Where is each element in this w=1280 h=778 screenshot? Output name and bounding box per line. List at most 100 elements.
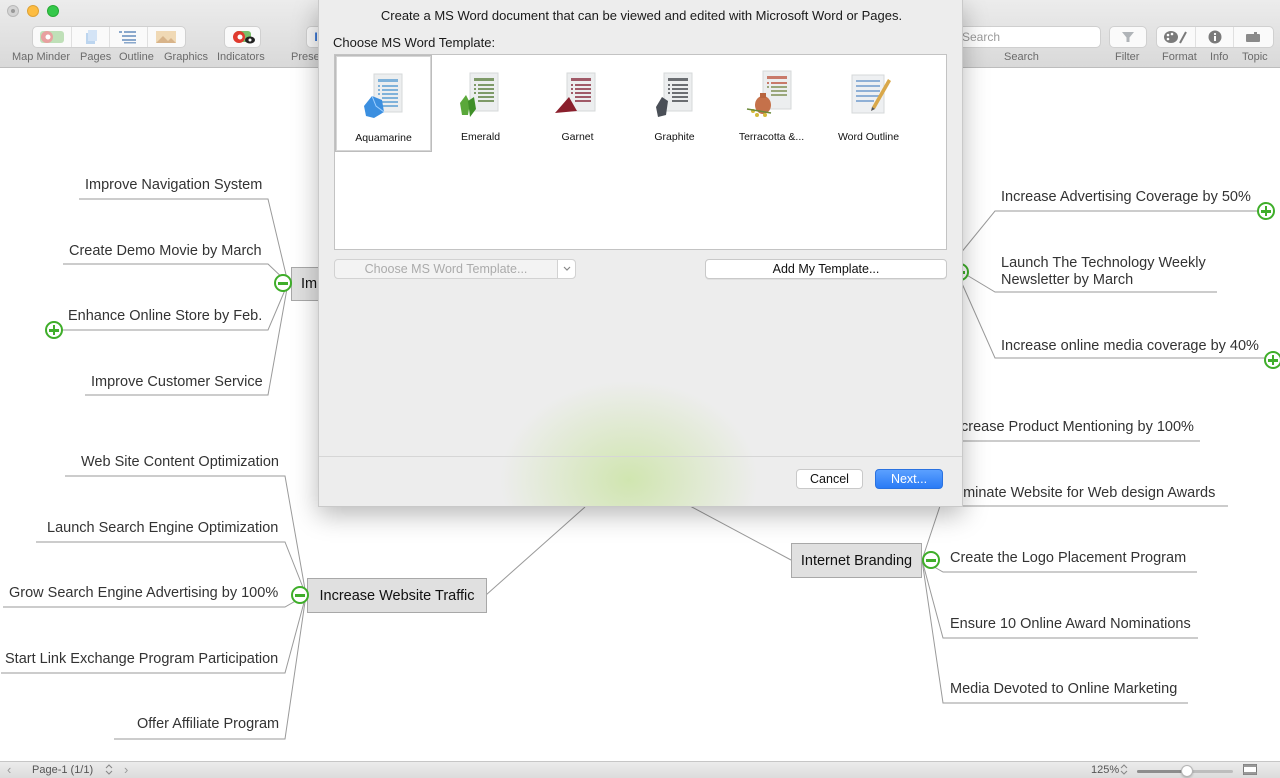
presentation-label: Prese — [291, 51, 320, 63]
template-emerald[interactable]: Emerald — [432, 55, 529, 152]
indicators-label: Indicators — [217, 51, 265, 63]
template-aquamarine[interactable]: Aquamarine — [335, 55, 432, 152]
main-topic-node[interactable]: Internet Branding — [791, 543, 922, 578]
inspector-segmented-control — [1156, 26, 1274, 48]
graphite-template-icon — [656, 72, 693, 117]
topic-node[interactable]: Offer Affiliate Program — [137, 716, 279, 732]
filter-label: Filter — [1115, 51, 1140, 63]
minimize-window-button[interactable] — [27, 5, 39, 17]
template-name: Word Outline — [837, 131, 900, 143]
pages-button[interactable] — [72, 27, 110, 47]
graphics-icon — [156, 31, 177, 43]
topic-node[interactable]: Improve Customer Service — [91, 374, 263, 390]
search-label: Search — [1004, 51, 1039, 63]
collapse-toggle-icon[interactable] — [291, 586, 309, 604]
main-topic-node[interactable]: Increase Website Traffic — [307, 578, 487, 613]
outline-icon — [119, 31, 137, 44]
outline-button[interactable] — [110, 27, 148, 47]
pages-label: Pages — [80, 51, 112, 63]
topic-node[interactable]: Web Site Content Optimization — [81, 454, 279, 470]
maximize-window-button[interactable] — [47, 5, 59, 17]
dialog-divider — [319, 456, 962, 457]
template-select-value: Choose MS Word Template... — [364, 262, 528, 276]
palette-icon — [1164, 31, 1188, 44]
info-label: Info — [1210, 51, 1229, 63]
topic-node[interactable]: Enhance Online Store by Feb. — [68, 308, 262, 324]
collapse-toggle-icon[interactable] — [274, 274, 292, 292]
collapse-toggle-icon[interactable] — [922, 551, 940, 569]
indicators-button[interactable] — [224, 26, 261, 48]
page-indicator: Page-1 (1/1) — [32, 764, 94, 776]
topic-node[interactable]: Improve Navigation System — [85, 177, 262, 193]
template-select-dropdown[interactable]: Choose MS Word Template... — [334, 259, 576, 279]
pages-icon — [85, 30, 97, 44]
close-window-button[interactable] — [7, 5, 19, 17]
topic-node[interactable]: crease Product Mentioning by 100% — [961, 419, 1194, 435]
topic-node[interactable]: ominate Website for Web design Awards — [955, 485, 1215, 501]
topic-node[interactable]: Create Demo Movie by March — [69, 243, 262, 259]
background-glow — [499, 380, 759, 506]
info-button[interactable] — [1196, 27, 1234, 47]
connector-line — [689, 505, 792, 561]
topic-node[interactable]: Grow Search Engine Advertising by 100% — [9, 585, 278, 601]
export-word-dialog: Create a MS Word document that can be vi… — [318, 0, 963, 507]
app-window: Map Minder Pages Outline Graphics Indica… — [0, 0, 1280, 778]
connector-line — [485, 506, 586, 596]
template-gallery: Aquamarine Emerald Garnet Graphite Terra… — [334, 54, 947, 250]
expand-toggle-icon[interactable] — [1257, 202, 1275, 220]
expand-toggle-icon[interactable] — [1264, 351, 1280, 369]
dialog-description: Create a MS Word document that can be vi… — [380, 8, 903, 23]
template-word-outline[interactable]: Word Outline — [820, 55, 917, 152]
search-input[interactable]: Search — [955, 26, 1101, 48]
template-name: Emerald — [460, 131, 501, 143]
previous-page-icon[interactable]: ‹ — [7, 762, 11, 777]
zoom-stepper-icon[interactable] — [1119, 763, 1129, 778]
filter-icon — [1122, 32, 1134, 42]
chevron-down-icon — [557, 260, 575, 278]
zoom-slider-fill — [1137, 770, 1187, 773]
map-minder-icon — [40, 31, 65, 43]
connector-line — [959, 210, 1258, 255]
map-minder-button[interactable] — [33, 27, 73, 47]
cancel-button[interactable]: Cancel — [796, 469, 863, 489]
template-garnet[interactable]: Garnet — [529, 55, 626, 152]
main-topic-label: Internet Branding — [800, 552, 913, 569]
garnet-template-icon — [555, 72, 596, 113]
topic-node[interactable]: Media Devoted to Online Marketing — [950, 681, 1177, 697]
search-placeholder: Search — [962, 30, 1001, 44]
word-outline-template-icon — [851, 74, 891, 114]
template-name: Garnet — [561, 131, 594, 143]
topic-button[interactable] — [1234, 27, 1273, 47]
template-name: Aquamarine — [355, 132, 412, 144]
topic-node[interactable]: Newsletter by March — [1001, 272, 1133, 288]
emerald-template-icon — [460, 72, 499, 117]
zoom-level: 125% — [1091, 764, 1120, 776]
topic-node[interactable]: Launch Search Engine Optimization — [47, 520, 278, 536]
topic-node[interactable]: Create the Logo Placement Program — [950, 550, 1186, 566]
indicators-icon — [232, 31, 255, 44]
page-stepper-icon[interactable] — [104, 763, 114, 778]
format-button[interactable] — [1157, 27, 1197, 47]
format-label: Format — [1162, 51, 1197, 63]
topic-node[interactable]: Launch The Technology Weekly — [1001, 255, 1206, 271]
zoom-slider-knob[interactable] — [1180, 765, 1193, 777]
next-button[interactable]: Next... — [875, 469, 943, 489]
topic-node[interactable]: Increase Advertising Coverage by 50% — [1001, 189, 1251, 205]
fit-to-window-icon[interactable] — [1243, 764, 1257, 778]
aquamarine-template-icon — [364, 73, 403, 118]
template-terracotta[interactable]: Terracotta &... — [723, 55, 820, 152]
topic-node[interactable]: Ensure 10 Online Award Nominations — [950, 616, 1191, 632]
filter-button[interactable] — [1109, 26, 1147, 48]
view-segmented-control — [32, 26, 186, 48]
info-icon — [1208, 30, 1221, 44]
next-page-icon[interactable]: › — [124, 762, 128, 777]
template-graphite[interactable]: Graphite — [626, 55, 723, 152]
expand-toggle-icon[interactable] — [45, 321, 63, 339]
topic-node[interactable]: Start Link Exchange Program Participatio… — [5, 651, 278, 667]
add-my-template-button[interactable]: Add My Template... — [705, 259, 947, 279]
graphics-button[interactable] — [148, 27, 185, 47]
graphics-label: Graphics — [164, 51, 209, 63]
zoom-slider[interactable] — [1137, 765, 1233, 777]
topic-node[interactable]: Increase online media coverage by 40% — [1001, 338, 1259, 354]
status-bar: ‹ Page-1 (1/1) › 125% — [0, 761, 1280, 778]
